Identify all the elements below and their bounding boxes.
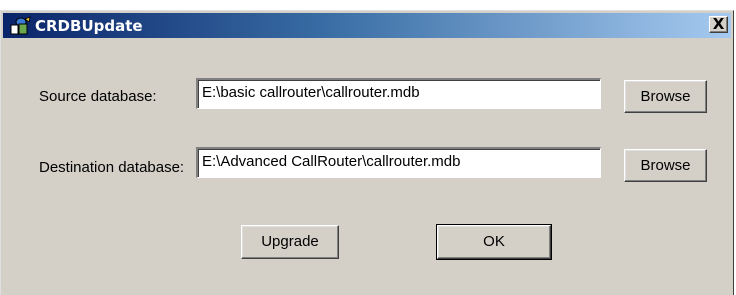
destination-database-input[interactable]: E:\Advanced CallRouter\callrouter.mdb	[196, 147, 601, 178]
destination-browse-button[interactable]: Browse	[624, 149, 707, 182]
close-button[interactable]: X	[709, 15, 728, 33]
app-icon	[10, 16, 32, 36]
crdbupdate-dialog: CRDBUpdate X Source database: E:\basic c…	[0, 10, 734, 295]
ok-button[interactable]: OK	[436, 224, 552, 260]
destination-database-label: Destination database:	[39, 159, 185, 176]
source-database-label: Source database:	[39, 88, 157, 105]
source-database-input[interactable]: E:\basic callrouter\callrouter.mdb	[196, 78, 601, 109]
window-title: CRDBUpdate	[35, 17, 143, 35]
source-browse-button[interactable]: Browse	[624, 80, 707, 113]
close-icon: X	[712, 15, 725, 33]
upgrade-button[interactable]: Upgrade	[241, 225, 339, 259]
title-bar[interactable]: CRDBUpdate X	[3, 13, 731, 38]
